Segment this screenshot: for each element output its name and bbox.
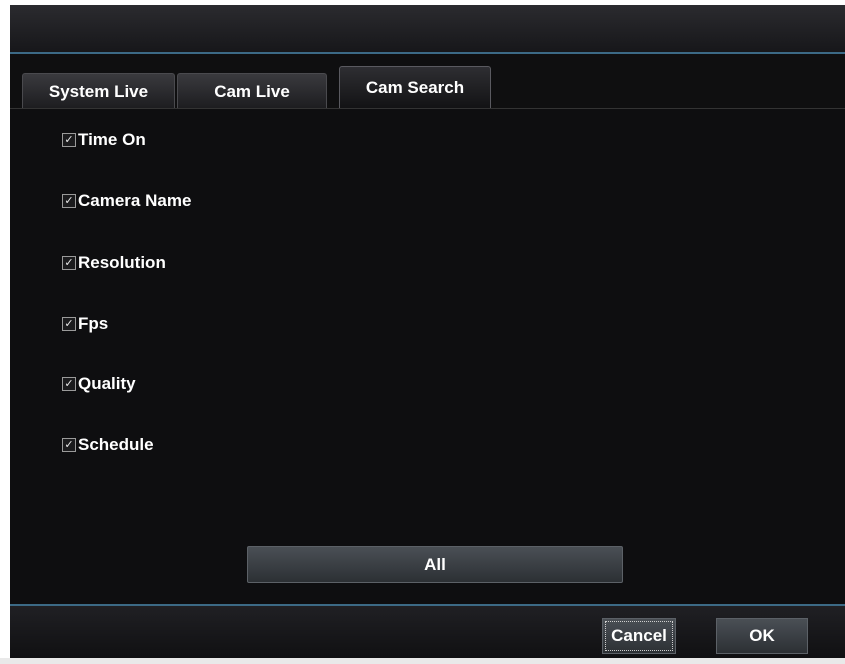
checkmark-icon: ✓ [64,133,74,146]
tab-system-live[interactable]: System Live [22,73,175,109]
checkbox-schedule[interactable]: ✓ [62,438,76,452]
option-label: Fps [78,314,109,333]
option-label: Resolution [78,253,166,272]
option-schedule[interactable]: ✓ Schedule [62,434,154,456]
option-resolution[interactable]: ✓ Resolution [62,252,166,274]
tab-label: System Live [48,81,149,101]
option-label: Schedule [78,435,154,454]
ok-button[interactable]: OK [716,618,808,654]
all-button[interactable]: All [247,546,623,583]
option-label: Camera Name [78,191,192,210]
tab-label: Cam Live [214,81,290,101]
checkmark-icon: ✓ [64,317,74,330]
tab-cam-search[interactable]: Cam Search [339,66,491,109]
checkmark-icon: ✓ [64,438,74,451]
checkbox-resolution[interactable]: ✓ [62,256,76,270]
tab-cam-live[interactable]: Cam Live [177,73,327,109]
options-panel [10,109,845,604]
checkmark-icon: ✓ [64,194,74,207]
option-time-on[interactable]: ✓ Time On [62,129,146,151]
checkmark-icon: ✓ [64,256,74,269]
checkmark-icon: ✓ [64,377,74,390]
option-label: Time On [78,130,146,149]
option-camera-name[interactable]: ✓ Camera Name [62,190,191,212]
cancel-button[interactable]: Cancel [602,618,676,654]
title-bar [10,5,845,54]
checkbox-quality[interactable]: ✓ [62,377,76,391]
option-fps[interactable]: ✓ Fps [62,313,108,335]
checkbox-camera-name[interactable]: ✓ [62,194,76,208]
tab-label: Cam Search [365,78,465,97]
option-label: Quality [78,374,136,393]
bottom-edge [0,658,845,664]
checkbox-fps[interactable]: ✓ [62,317,76,331]
checkbox-time-on[interactable]: ✓ [62,133,76,147]
option-quality[interactable]: ✓ Quality [62,373,136,395]
